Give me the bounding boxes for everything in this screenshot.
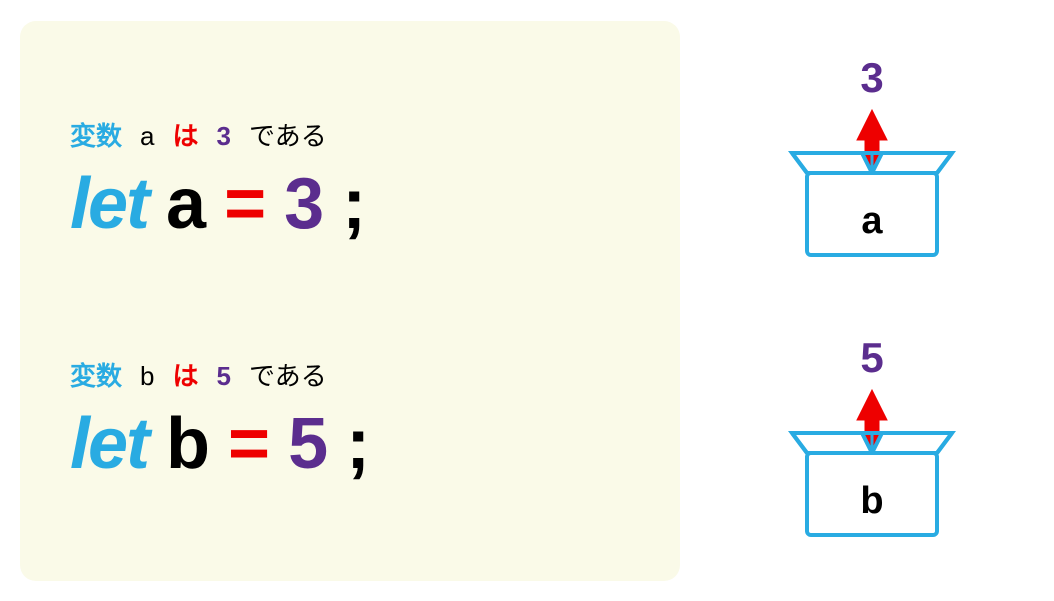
var-b: b xyxy=(140,361,154,392)
description-row-a: 変数 a は 3 である xyxy=(70,116,630,153)
main-container: 変数 a は 3 である let a = 3 ; 変数 b は 5 である xyxy=(0,0,1054,601)
explanation-panel: 変数 a は 3 である let a = 3 ; 変数 b は 5 である xyxy=(20,21,680,581)
code-varname-b: b xyxy=(166,403,210,485)
var-a: a xyxy=(140,121,154,152)
ha-a: は xyxy=(172,116,198,153)
code-row-a: let a = 3 ; xyxy=(70,163,630,245)
box-icon-a: a xyxy=(787,105,957,265)
code-eq-a: = xyxy=(224,163,266,245)
code-semi-b: ; xyxy=(346,403,370,485)
svg-text:b: b xyxy=(860,480,883,522)
let-keyword-b: let xyxy=(70,403,148,485)
box-section-b: 5 b xyxy=(787,337,957,545)
code-value-a: 3 xyxy=(284,163,324,245)
code-varname-a: a xyxy=(166,163,206,245)
box-icon-b: b xyxy=(787,385,957,545)
description-row-b: 変数 b は 5 である xyxy=(70,356,630,393)
code-value-b: 5 xyxy=(288,403,328,485)
box-number-b: 5 xyxy=(860,337,883,379)
section-b: 変数 b は 5 である let b = 5 ; xyxy=(70,356,630,485)
box-wrapper-a: a xyxy=(787,105,957,265)
dearu-a: である xyxy=(249,116,327,153)
hensuu-label-a: 変数 xyxy=(70,116,122,153)
svg-text:a: a xyxy=(861,200,883,242)
code-semi-a: ; xyxy=(342,163,366,245)
code-eq-b: = xyxy=(228,403,270,485)
right-panel: 3 a xyxy=(710,21,1034,581)
num-b: 5 xyxy=(217,361,231,392)
ha-b: は xyxy=(172,356,198,393)
let-keyword-a: let xyxy=(70,163,148,245)
code-row-b: let b = 5 ; xyxy=(70,403,630,485)
num-a: 3 xyxy=(217,121,231,152)
box-section-a: 3 a xyxy=(787,57,957,265)
hensuu-label-b: 変数 xyxy=(70,356,122,393)
section-a: 変数 a は 3 である let a = 3 ; xyxy=(70,116,630,245)
box-number-a: 3 xyxy=(860,57,883,99)
dearu-b: である xyxy=(249,356,327,393)
box-wrapper-b: b xyxy=(787,385,957,545)
